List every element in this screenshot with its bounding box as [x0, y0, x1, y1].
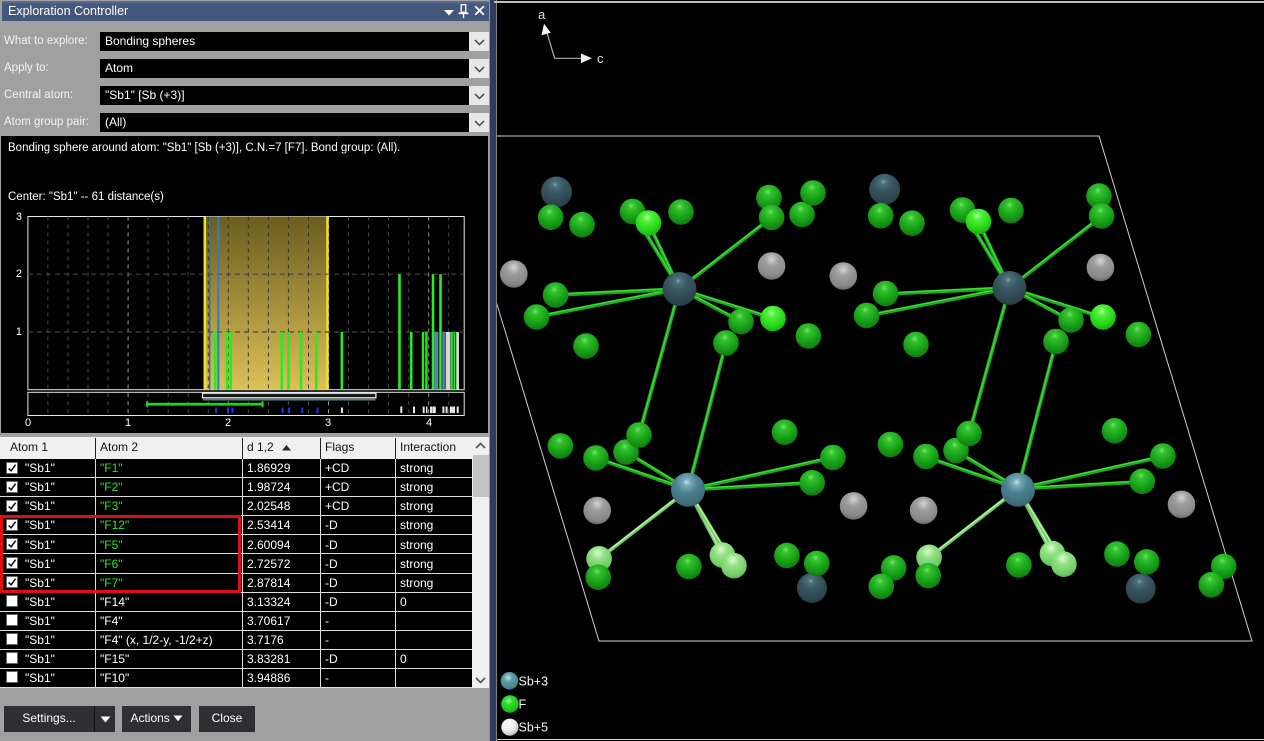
svg-text:F: F: [519, 698, 527, 712]
svg-text:Sb+5: Sb+5: [519, 721, 549, 735]
svg-text:c: c: [597, 51, 604, 66]
svg-text:a: a: [538, 7, 546, 22]
svg-text:Sb+3: Sb+3: [519, 675, 549, 689]
